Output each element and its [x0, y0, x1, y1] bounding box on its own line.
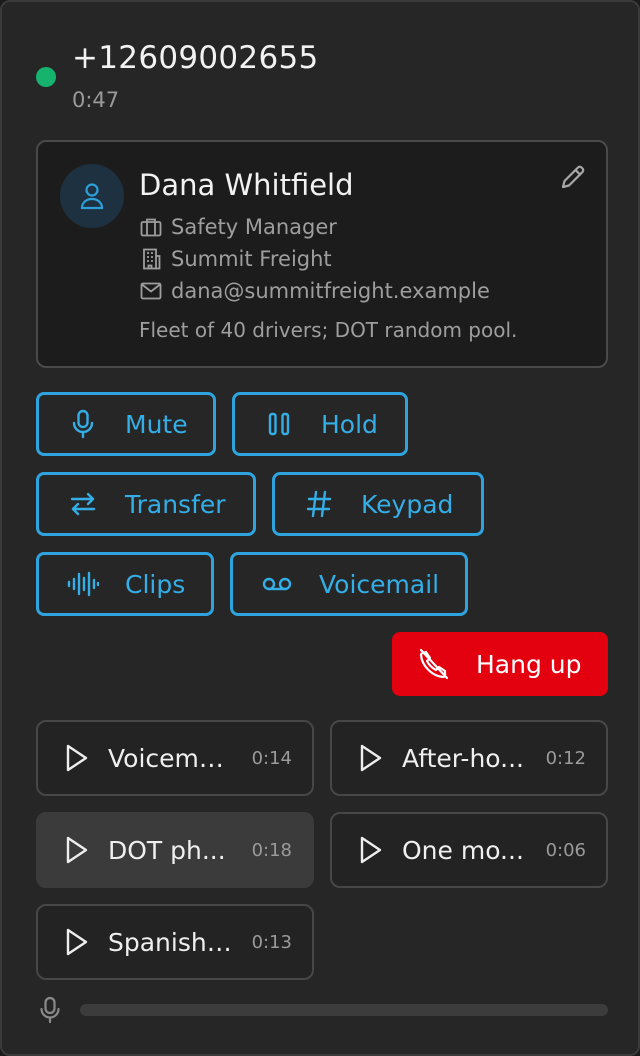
- clip-item[interactable]: Spanish ... 0:13: [36, 904, 314, 980]
- clip-title: After-ho...: [402, 743, 524, 773]
- call-panel: +12609002655 0:47 Dana Whitfield Safety: [0, 0, 640, 1056]
- clips-button[interactable]: Clips: [36, 552, 214, 616]
- contact-card: Dana Whitfield Safety Manager Summit Fre…: [36, 140, 608, 368]
- call-status-dot: [36, 67, 56, 87]
- clip-duration: 0:06: [545, 839, 586, 861]
- contact-job-title: Safety Manager: [171, 215, 337, 239]
- clip-title: One mo...: [402, 835, 524, 865]
- clip-title: DOT ph...: [108, 835, 226, 865]
- clip-duration: 0:12: [545, 747, 586, 769]
- play-icon: [62, 743, 92, 773]
- clip-item-active[interactable]: DOT ph... 0:18: [36, 812, 314, 888]
- microphone-icon: [63, 404, 103, 444]
- play-icon: [356, 835, 386, 865]
- clip-item[interactable]: One mo... 0:06: [330, 812, 608, 888]
- voicemail-label: Voicemail: [319, 569, 440, 599]
- pencil-icon[interactable]: [558, 162, 588, 192]
- building-icon: [139, 247, 163, 271]
- transfer-arrows-icon: [63, 484, 103, 524]
- hang-up-button[interactable]: Hang up: [392, 632, 608, 696]
- clip-item[interactable]: Voicema... 0:14: [36, 720, 314, 796]
- clips-label: Clips: [125, 569, 186, 599]
- contact-name: Dana Whitfield: [139, 168, 354, 202]
- play-icon: [62, 927, 92, 957]
- mail-icon: [139, 279, 163, 303]
- mic-level-meter: [80, 1004, 608, 1016]
- mute-button[interactable]: Mute: [36, 392, 216, 456]
- clip-title: Voicema...: [108, 743, 238, 773]
- caller-phone-number: +12609002655: [72, 40, 319, 76]
- play-icon: [356, 743, 386, 773]
- clip-title: Spanish ...: [108, 927, 238, 957]
- briefcase-icon: [139, 215, 163, 239]
- phone-off-icon: [414, 644, 454, 684]
- transfer-label: Transfer: [125, 489, 226, 519]
- waveform-icon: [63, 564, 103, 604]
- keypad-label: Keypad: [361, 489, 454, 519]
- mute-label: Mute: [125, 409, 188, 439]
- clip-item[interactable]: After-ho... 0:12: [330, 720, 608, 796]
- play-icon: [62, 835, 92, 865]
- user-icon: [80, 183, 104, 210]
- hash-icon: [299, 484, 339, 524]
- clip-duration: 0:14: [251, 747, 292, 769]
- contact-email[interactable]: dana@summitfreight.example: [171, 279, 490, 303]
- transfer-button[interactable]: Transfer: [36, 472, 256, 536]
- contact-company: Summit Freight: [171, 247, 332, 271]
- voicemail-button[interactable]: Voicemail: [230, 552, 468, 616]
- microphone-level-icon: [38, 996, 62, 1024]
- contact-email-row: dana@summitfreight.example: [139, 277, 490, 305]
- hang-up-label: Hang up: [476, 649, 582, 679]
- clip-duration: 0:18: [251, 839, 292, 861]
- avatar: [60, 164, 124, 228]
- call-timer: 0:47: [72, 88, 120, 112]
- contact-company-row: Summit Freight: [139, 245, 332, 273]
- contact-title-row: Safety Manager: [139, 213, 337, 241]
- clip-duration: 0:13: [251, 931, 292, 953]
- hold-button[interactable]: Hold: [232, 392, 408, 456]
- pause-icon: [259, 404, 299, 444]
- hold-label: Hold: [321, 409, 378, 439]
- contact-note: Fleet of 40 drivers; DOT random pool.: [139, 318, 518, 342]
- voicemail-icon: [257, 564, 297, 604]
- keypad-button[interactable]: Keypad: [272, 472, 484, 536]
